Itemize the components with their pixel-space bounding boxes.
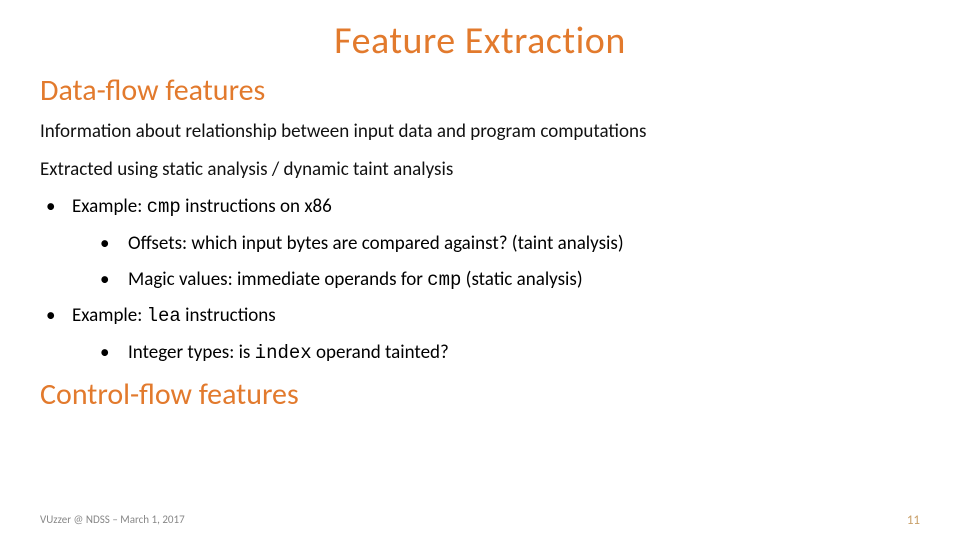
code-lea: lea: [147, 305, 181, 327]
example-lea: Example: lea instructions: [46, 303, 920, 330]
footer-venue: VUzzer @ NDSS – March 1, 2017: [40, 513, 185, 528]
body-para-1: Information about relationship between i…: [40, 119, 920, 145]
text: instructions on x86: [181, 195, 332, 218]
code-cmp: cmp: [147, 196, 181, 218]
text: Magic values: immediate operands for: [128, 268, 427, 291]
example-lea-integer: Integer types: is index operand tainted?: [100, 340, 920, 367]
code-index: index: [255, 342, 312, 364]
text: Integer types: is: [128, 341, 255, 364]
example-cmp-magic: Magic values: immediate operands for cmp…: [100, 267, 920, 294]
text: Offsets: which input bytes are compared …: [128, 232, 624, 255]
body-para-2: Extracted using static analysis / dynami…: [40, 157, 920, 183]
page-number: 11: [907, 513, 920, 528]
section-heading-controlflow: Control-flow features: [40, 376, 920, 413]
code-cmp-2: cmp: [427, 269, 461, 291]
section-heading-dataflow: Data-flow features: [40, 72, 920, 109]
text: operand tainted?: [312, 341, 449, 364]
text: (static analysis): [461, 268, 582, 291]
slide-title: Feature Extraction: [40, 18, 920, 64]
example-cmp: Example: cmp instructions on x86: [46, 194, 920, 221]
text: Example:: [72, 195, 147, 218]
footer: VUzzer @ NDSS – March 1, 2017 11: [40, 513, 920, 528]
example-cmp-offsets: Offsets: which input bytes are compared …: [100, 231, 920, 257]
text: Example:: [72, 304, 147, 327]
text: instructions: [181, 304, 276, 327]
